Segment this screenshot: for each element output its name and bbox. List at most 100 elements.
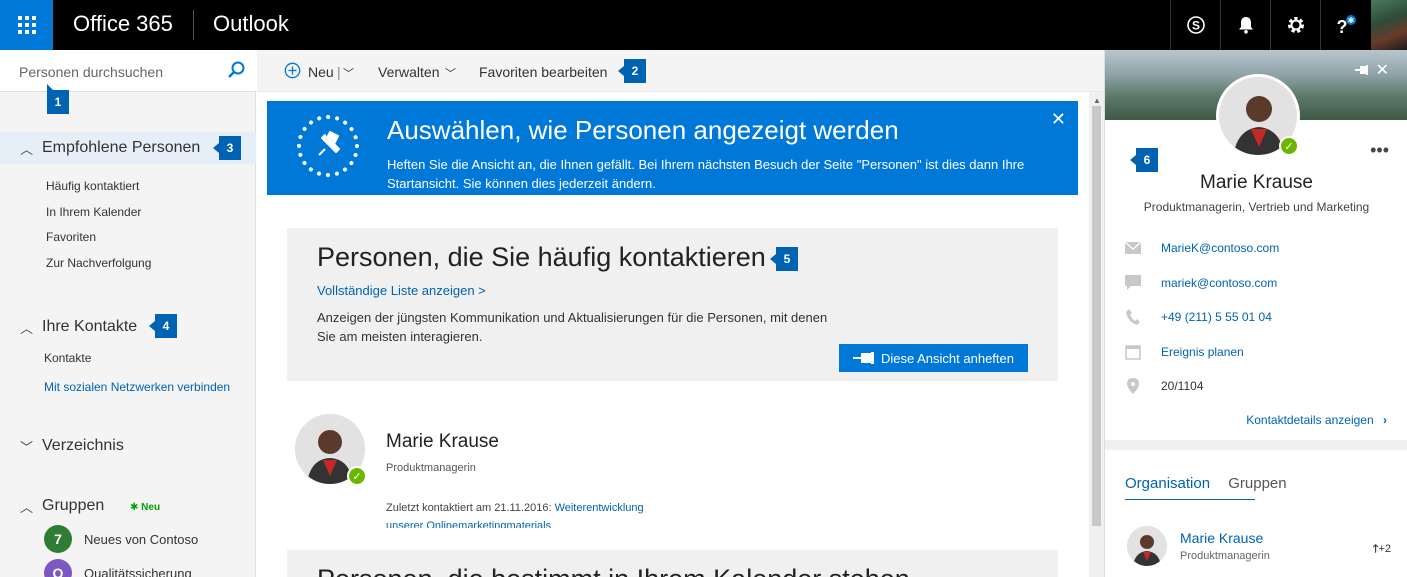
calendar-title: Personen, die bestimmt in Ihrem Kalender…: [317, 564, 910, 577]
chevron-up-icon: ︿: [20, 141, 34, 157]
office-row: 20/1104: [1125, 376, 1204, 396]
phone-row: +49 (211) 5 55 01 04: [1125, 307, 1272, 327]
banner-description: Heften Sie die Ansicht an, die Ihnen gef…: [387, 157, 1025, 191]
contact-details-link[interactable]: Kontaktdetails anzeigen ›: [1246, 413, 1387, 427]
contact-tabs: Organisation Gruppen: [1125, 475, 1287, 492]
plus-circle-icon[interactable]: [284, 62, 301, 82]
new-badge-label: Neu: [141, 502, 161, 513]
app-name[interactable]: Outlook: [213, 11, 289, 37]
connect-social-link[interactable]: Mit sozialen Netzwerken verbinden: [44, 380, 230, 394]
tab-underline: [1125, 499, 1255, 500]
nav-item-contacts[interactable]: Kontakte: [44, 351, 91, 365]
new-badge: ✱ Neu: [130, 502, 161, 513]
svg-text:S: S: [1191, 19, 1199, 33]
group-avatar-qa[interactable]: Q: [44, 559, 72, 577]
help-icon[interactable]: ? ✱: [1320, 0, 1370, 50]
pin-view-label: Diese Ansicht anheften: [881, 350, 1014, 366]
edit-favorites-button[interactable]: Favoriten bearbeiten: [479, 64, 607, 80]
phone-link[interactable]: +49 (211) 5 55 01 04: [1161, 310, 1272, 324]
full-list-link[interactable]: Vollständige Liste anzeigen >: [317, 283, 486, 298]
pin-icon[interactable]: [1355, 63, 1369, 81]
chevron-right-icon: ›: [1383, 413, 1387, 427]
pin-icon: [853, 352, 874, 364]
search-box[interactable]: Personen durchsuchen: [0, 50, 256, 92]
group-item-qa[interactable]: Qualitätssicherung: [84, 566, 192, 577]
brand-label[interactable]: Office 365: [73, 11, 173, 37]
last-contact-link-cont[interactable]: unserer Onlinemarketingmaterials: [386, 520, 551, 528]
callout-3: 3: [213, 136, 241, 160]
nav-item-favorites[interactable]: Favoriten: [46, 230, 96, 244]
org-person-name[interactable]: Marie Krause: [1180, 530, 1263, 546]
divider: [1105, 440, 1407, 450]
chevron-down-icon[interactable]: ﹀: [445, 65, 456, 81]
main-content: Auswählen, wie Personen angezeigt werden…: [257, 92, 1089, 577]
callout-5: 5: [770, 247, 798, 271]
email-row: MarieK@contoso.com: [1125, 238, 1279, 258]
callout-2: 2: [618, 59, 646, 83]
callout-1: 1: [47, 84, 69, 114]
pin-view-button[interactable]: Diese Ansicht anheften: [839, 344, 1028, 372]
nav-item-calendar[interactable]: In Ihrem Kalender: [46, 205, 141, 219]
skype-icon[interactable]: S: [1170, 0, 1220, 50]
tab-groups[interactable]: Gruppen: [1228, 475, 1286, 492]
tab-organisation[interactable]: Organisation: [1125, 475, 1210, 492]
left-navigation: Personen durchsuchen 1 ︿ Empfohlene Pers…: [0, 50, 256, 577]
svg-text:✱: ✱: [1347, 16, 1354, 25]
callout-6: 6: [1130, 148, 1158, 172]
frequent-contacts-card: Personen, die Sie häufig kontaktieren 5 …: [287, 228, 1058, 381]
last-contact-text: Zuletzt kontaktiert am 21.11.2016:: [386, 502, 552, 514]
view-banner: Auswählen, wie Personen angezeigt werden…: [267, 101, 1078, 195]
gear-icon[interactable]: [1270, 0, 1320, 50]
person-name[interactable]: Marie Krause: [386, 431, 499, 453]
presence-icon: ✓: [347, 466, 367, 486]
contact-name: Marie Krause: [1200, 172, 1313, 193]
scroll-up-icon[interactable]: ▲: [1093, 96, 1101, 105]
bell-icon[interactable]: [1220, 0, 1270, 50]
nav-item-followup[interactable]: Zur Nachverfolgung: [46, 256, 151, 270]
schedule-link[interactable]: Ereignis planen: [1161, 345, 1244, 359]
more-options-icon[interactable]: •••: [1370, 140, 1389, 161]
chevron-up-icon: ︿: [20, 320, 34, 336]
close-icon[interactable]: ✕: [1051, 109, 1066, 130]
nav-groups[interactable]: ︿ Gruppen: [0, 490, 256, 522]
scrollbar[interactable]: ▲: [1089, 92, 1104, 577]
org-person-role: Produktmanagerin: [1180, 550, 1270, 562]
last-contact-link[interactable]: Weiterentwicklung: [555, 502, 644, 514]
divider: [193, 10, 194, 40]
contact-card-pane: ✕ ✓ 6 ••• Marie Krause Produktmanagerin,…: [1104, 50, 1407, 577]
new-button[interactable]: Neu: [308, 64, 334, 80]
waffle-icon[interactable]: [0, 0, 53, 50]
contact-details-label: Kontaktdetails anzeigen: [1246, 413, 1374, 427]
calendar-icon: [1125, 344, 1141, 360]
phone-icon: [1125, 309, 1141, 325]
im-row: mariek@contoso.com: [1125, 273, 1277, 293]
chevron-up-icon: ︿: [20, 499, 34, 515]
manage-button[interactable]: Verwalten: [378, 64, 439, 80]
nav-item-frequent[interactable]: Häufig kontaktiert: [46, 179, 139, 193]
org-count[interactable]: 🡑+2: [1373, 540, 1391, 559]
group-item-contoso[interactable]: Neues von Contoso: [84, 532, 198, 547]
chevron-down-icon[interactable]: ﹀: [343, 65, 354, 81]
nav-contacts[interactable]: ︿ Ihre Kontakte: [0, 311, 256, 343]
last-contact: Zuletzt kontaktiert am 21.11.2016: Weite…: [386, 502, 644, 514]
search-input[interactable]: Personen durchsuchen: [19, 64, 163, 80]
frequent-title: Personen, die Sie häufig kontaktieren: [317, 242, 766, 272]
avatar[interactable]: [1127, 526, 1167, 566]
avatar[interactable]: [1371, 0, 1407, 50]
nav-contacts-label: Ihre Kontakte: [42, 318, 138, 335]
im-link[interactable]: mariek@contoso.com: [1161, 276, 1277, 290]
nav-groups-label: Gruppen: [42, 497, 105, 514]
nav-directory[interactable]: ﹀ Verzeichnis: [0, 430, 256, 462]
presence-icon: ✓: [1279, 136, 1299, 156]
scrollbar-thumb[interactable]: [1092, 106, 1101, 526]
command-bar: Neu | ﹀ Verwalten ﹀ Favoriten bearbeiten…: [257, 50, 1104, 92]
separator: |: [337, 64, 341, 80]
frequent-description: Anzeigen der jüngsten Kommunikation und …: [317, 310, 828, 344]
person-role: Produktmanagerin: [386, 462, 476, 474]
contact-role: Produktmanagerin, Vertrieb und Marketing: [1143, 200, 1370, 214]
group-avatar-contoso[interactable]: 7: [44, 525, 72, 553]
email-link[interactable]: MarieK@contoso.com: [1161, 241, 1279, 255]
search-icon[interactable]: [226, 60, 246, 85]
banner-title: Auswählen, wie Personen angezeigt werden: [387, 115, 899, 145]
close-icon[interactable]: ✕: [1376, 60, 1389, 80]
